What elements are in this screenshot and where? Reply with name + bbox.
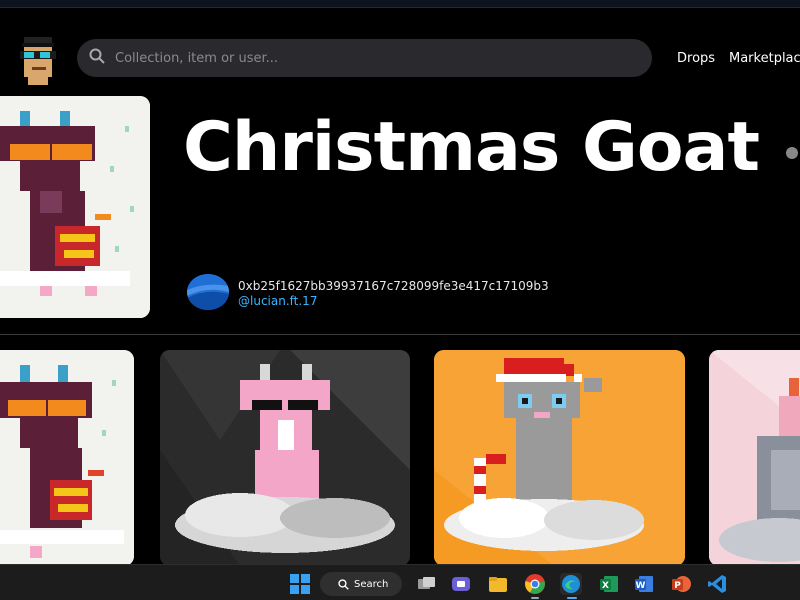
- excel-icon[interactable]: X: [598, 573, 620, 595]
- gallery-card[interactable]: [434, 350, 685, 566]
- gallery-card[interactable]: [160, 350, 410, 566]
- section-divider: [0, 334, 800, 335]
- page-title: Christmas Goat: [183, 108, 760, 187]
- file-explorer-icon[interactable]: [487, 573, 509, 595]
- vscode-icon[interactable]: [706, 573, 728, 595]
- gallery-card[interactable]: [709, 350, 800, 566]
- avatar-icon: [187, 274, 229, 310]
- taskbar-search-label: Search: [354, 578, 389, 590]
- browser-top-strip: [0, 0, 800, 8]
- chrome-active-indicator: [531, 597, 539, 599]
- edge-icon[interactable]: [560, 573, 582, 595]
- site-logo-icon[interactable]: [14, 33, 62, 85]
- search-input[interactable]: [115, 50, 615, 66]
- word-icon[interactable]: W: [633, 573, 655, 595]
- nav-drops-link[interactable]: Drops: [677, 51, 715, 66]
- svg-text:W: W: [636, 581, 646, 591]
- taskbar-search-button[interactable]: Search: [320, 572, 402, 596]
- windows-start-icon[interactable]: [289, 573, 311, 595]
- powerpoint-icon[interactable]: P: [670, 573, 692, 595]
- nav-marketplace-link[interactable]: Marketplace: [729, 51, 800, 66]
- owner-avatar[interactable]: [187, 274, 229, 310]
- goat-orange-glasses-icon: [0, 350, 134, 566]
- goat-pink-partial-icon: [709, 350, 800, 566]
- search-icon: [89, 48, 105, 68]
- task-view-icon[interactable]: [415, 573, 437, 595]
- edge-active-indicator: [567, 597, 577, 599]
- chrome-icon[interactable]: [524, 573, 546, 595]
- svg-text:X: X: [602, 581, 609, 591]
- gallery-card[interactable]: [0, 350, 134, 566]
- search-bar[interactable]: [77, 39, 652, 77]
- owner-address: 0xb25f1627bb39937167c728099fe3e417c17109…: [238, 279, 549, 293]
- title-dot-icon: [786, 147, 798, 159]
- search-icon: [338, 575, 349, 594]
- owner-handle-link[interactable]: @lucian.ft.17: [238, 294, 317, 308]
- goat-santa-hat-icon: [434, 350, 685, 566]
- os-taskbar: Search X W P: [0, 564, 800, 600]
- svg-text:P: P: [674, 581, 681, 591]
- goat-pink-cloud-icon: [160, 350, 410, 566]
- teams-icon[interactable]: [450, 573, 472, 595]
- hero-nft-image[interactable]: [0, 96, 150, 318]
- goat-orange-glasses-icon: [0, 96, 150, 318]
